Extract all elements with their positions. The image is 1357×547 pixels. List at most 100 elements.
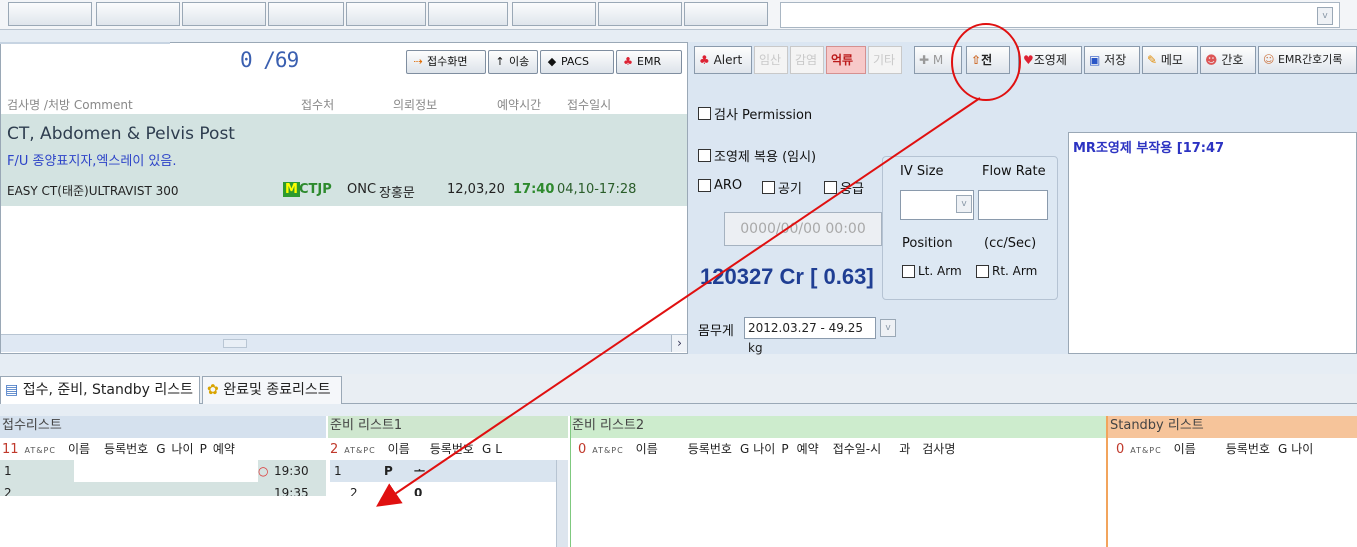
prep-list1-columns: 2 AT&PC 이름 등록번호 G L (330, 442, 502, 457)
toolbar-slot[interactable] (346, 2, 426, 26)
plus-icon: ✚ (919, 53, 930, 67)
pacs-icon: ◆ (547, 55, 557, 68)
infection-flag[interactable]: 감염 (790, 46, 824, 74)
alert-toolbar: ♣ Alert 임산 감염 억류 기타 ✚ M ⇧전 ♥조영제 ▣ 저장 ✎ 메… (692, 46, 1357, 74)
prep-list1-title: 준비 리스트1 (328, 416, 568, 438)
scroll-right-icon[interactable]: › (671, 335, 687, 352)
nurse-button[interactable]: ☻ 간호 (1200, 46, 1256, 74)
paw-icon: ✿ (207, 382, 219, 398)
horizontal-scrollbar[interactable]: › (1, 334, 687, 352)
alert-icon: ♣ (699, 53, 710, 67)
tab-waiting-lists[interactable]: ▤ 접수, 준비, Standby 리스트 (0, 376, 200, 404)
reception-columns: 11 AT&PC 이름 등록번호 G 나이 P 예약 (2, 442, 235, 457)
contrast-button[interactable]: ♥조영제 (1018, 46, 1082, 74)
divider (570, 416, 571, 547)
memo-icon: ✎ (1147, 53, 1158, 67)
exam-code: CTJP (299, 182, 332, 197)
column-header: 접수처 (301, 98, 335, 112)
column-header: 예약시간 (497, 98, 542, 112)
contrast-icon: ♥ (1023, 53, 1034, 67)
left-arm-checkbox[interactable]: Lt. Arm (902, 264, 962, 278)
reception-list-title: 접수리스트 (0, 416, 326, 438)
exam-column-headers: 검사명 /처방 Comment 접수처 의뢰정보 예약시간 접수일시 (1, 94, 687, 114)
weight-select[interactable]: 2012.03.27 - 49.25 kg (744, 317, 876, 355)
panel-divider (0, 42, 170, 52)
emr-button[interactable]: ♣ EMR (616, 50, 682, 74)
vertical-scrollbar[interactable] (556, 460, 568, 547)
toolbar-slot[interactable] (268, 2, 344, 26)
reservation-circle-icon: ○ (258, 464, 269, 478)
right-arm-checkbox[interactable]: Rt. Arm (976, 264, 1037, 278)
transfer-icon: ⇧ (971, 53, 982, 67)
toolbar-slot[interactable] (96, 2, 180, 26)
save-button[interactable]: ▣ 저장 (1084, 46, 1140, 74)
contrast-med-checkbox[interactable]: 조영제 복용 (임시) (698, 146, 816, 165)
tab-completed-lists[interactable]: ✿ 완료및 종료리스트 (202, 376, 342, 404)
received-time: 04,10-17:28 (557, 182, 637, 197)
pregnant-flag[interactable]: 임산 (754, 46, 788, 74)
weight-label: 몸무게 (698, 324, 734, 339)
column-header: 접수일시 (567, 98, 612, 112)
exam-time: 17:40 (513, 182, 555, 197)
patient-counter: 0 /69 (240, 48, 299, 72)
pacs-button[interactable]: ◆ PACS (540, 50, 614, 74)
alert-button[interactable]: ♣ Alert (694, 46, 752, 74)
emr-nursing-icon: ☺ (1263, 53, 1275, 66)
other-flag[interactable]: 기타 (868, 46, 902, 74)
creatinine-value: 120327 Cr [ 0.63] (700, 264, 874, 289)
position-label: Position (902, 236, 953, 251)
transfer-button[interactable]: ↑ 이송 (488, 50, 538, 74)
table-row[interactable]: 2 19:35 (0, 482, 326, 496)
toolbar-slot[interactable] (182, 2, 266, 26)
permission-checkbox[interactable]: 검사 Permission (698, 104, 812, 123)
aro-checkbox[interactable]: ARO (698, 178, 742, 193)
memo-button[interactable]: ✎ 메모 (1142, 46, 1198, 74)
top-input-field[interactable]: v (780, 2, 1340, 28)
list-icon: ▤ (5, 382, 19, 398)
emr-icon: ♣ (623, 55, 633, 68)
exam-row[interactable]: CT, Abdomen & Pelvis Post F/U 종양표지자,엑스레이… (1, 114, 687, 206)
doctor-name: 장홍문 (379, 186, 415, 201)
iv-size-label: IV Size (900, 164, 944, 179)
list-tabs: ▤ 접수, 준비, Standby 리스트 ✿ 완료및 종료리스트 (0, 374, 1357, 404)
patient-lists: 접수리스트 11 AT&PC 이름 등록번호 G 나이 P 예약 1 ○ 19:30 2 19… (0, 416, 1357, 547)
standby-list-columns: 0 AT&PC 이름 등록번호 G 나이 (1116, 442, 1314, 457)
emr-nursing-button[interactable]: ☺ EMR간호기록 (1258, 46, 1357, 74)
toolbar-slot[interactable] (512, 2, 596, 26)
reception-screen-button[interactable]: ⇢ 접수화면 (406, 50, 486, 74)
table-row[interactable]: 1 ○ 19:30 (0, 460, 326, 504)
transfer-button-2[interactable]: ⇧전 (966, 46, 1010, 74)
emergency-checkbox[interactable]: 응급 (824, 178, 864, 197)
memo-box[interactable]: MR조영제 부작용 [17:47 (1068, 132, 1357, 354)
arrow-up-icon: ↑ (495, 55, 505, 68)
prep-list2-title: 준비 리스트2 (570, 416, 1106, 438)
top-toolbar-strip: v (0, 0, 1357, 30)
contrast-agent: EASY CT(태준)ULTRAVIST 300 (7, 184, 179, 198)
toolbar-slot[interactable] (428, 2, 508, 26)
flow-rate-input[interactable] (978, 190, 1048, 220)
chevron-down-icon[interactable]: v (1317, 7, 1333, 25)
prep-list2-columns: 0 AT&PC 이름 등록번호 G 나이 P 예약 접수일-시 과 검사명 (578, 442, 956, 457)
table-row[interactable]: 1 P ᅩ (330, 460, 556, 482)
standby-list-title: Standby 리스트 (1108, 416, 1357, 438)
exam-title: CT, Abdomen & Pelvis Post (7, 124, 235, 144)
toolbar-slot[interactable] (8, 2, 92, 26)
toolbar-slot[interactable] (684, 2, 768, 26)
toolbar-slot[interactable] (598, 2, 682, 26)
datetime-field[interactable]: 0000/00/00 00:00 (724, 212, 882, 246)
fasting-checkbox[interactable]: 공기 (762, 178, 802, 197)
table-row[interactable]: 2 0 (330, 482, 556, 496)
divider (1106, 416, 1108, 547)
flow-unit-label: (cc/Sec) (984, 236, 1037, 251)
department: ONC (347, 182, 377, 197)
scrollbar-thumb[interactable] (223, 339, 247, 348)
nurse-icon: ☻ (1205, 53, 1218, 67)
m-button[interactable]: ✚ M (914, 46, 962, 74)
restraint-flag[interactable]: 억류 (826, 46, 866, 74)
exam-date: 12,03,20 (447, 182, 505, 197)
chevron-down-icon[interactable]: v (880, 319, 896, 337)
memo-text: MR조영제 부작용 [17:47 (1073, 141, 1225, 156)
chevron-down-icon[interactable]: v (956, 195, 972, 213)
m-badge: M (283, 182, 300, 197)
column-header: 의뢰정보 (393, 98, 438, 112)
